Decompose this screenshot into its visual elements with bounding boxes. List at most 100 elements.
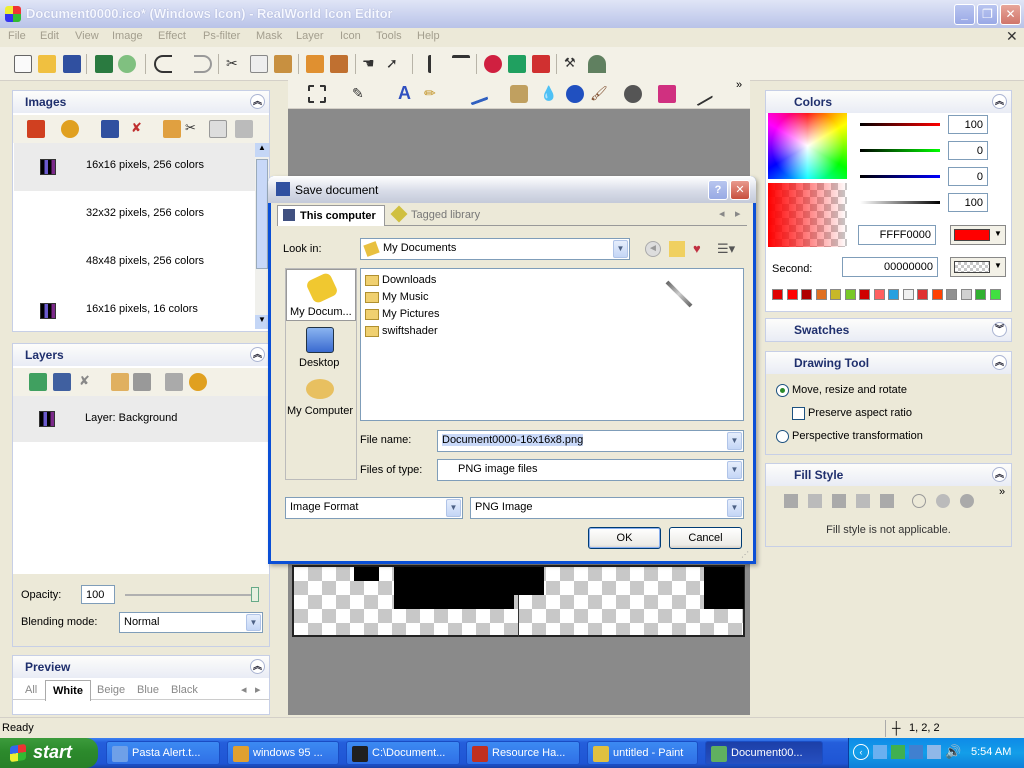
perspective-radio[interactable] [776, 430, 789, 443]
alpha-slider[interactable] [860, 201, 940, 204]
add-image-icon[interactable] [61, 120, 79, 138]
line-width-icon[interactable] [688, 81, 714, 107]
taskbar-button[interactable]: windows 95 ... [227, 741, 339, 765]
paste-icon[interactable] [274, 55, 292, 73]
minimize-button[interactable]: _ [954, 4, 975, 25]
tab-beige[interactable]: Beige [97, 684, 125, 696]
copy-icon[interactable] [250, 55, 268, 73]
folder-item[interactable]: My Music [365, 290, 505, 306]
taskbar-button[interactable]: Resource Ha... [466, 741, 580, 765]
clock[interactable]: 5:54 AM [971, 746, 1011, 758]
look-in-select[interactable]: My Documents ▼ [360, 238, 630, 260]
image-item[interactable]: 48x48 pixels, 256 colors [14, 239, 256, 287]
green-slider[interactable] [860, 149, 940, 152]
dialog-close-button[interactable]: ✕ [730, 180, 750, 200]
blue-value[interactable]: 0 [948, 167, 988, 186]
palette-swatch[interactable] [902, 289, 914, 300]
blending-select[interactable]: Normal ▼ [119, 612, 263, 633]
volume-icon[interactable]: 🔊 [945, 744, 961, 760]
menu-mask[interactable]: Mask [256, 30, 282, 42]
undo-icon[interactable] [154, 55, 172, 73]
tray-collapse-icon[interactable]: ‹ [853, 744, 869, 760]
fill-texture-icon[interactable] [880, 494, 894, 508]
delete-image-icon[interactable]: ✘ [131, 120, 149, 138]
palette-swatch[interactable] [815, 289, 827, 300]
tools-icon[interactable]: ⚒ [564, 55, 582, 73]
collapse-icon[interactable]: ︽ [992, 355, 1007, 370]
tab-tagged-library[interactable]: Tagged library [389, 205, 489, 226]
add-layer-icon[interactable] [29, 373, 47, 391]
ok-button[interactable]: OK [588, 527, 661, 549]
help-icon[interactable] [588, 55, 606, 73]
file-list[interactable]: Downloads My Music My Pictures swiftshad… [360, 268, 744, 421]
png-format-select[interactable]: PNG Image ▼ [470, 497, 744, 519]
opacity-slider-track[interactable] [125, 594, 259, 596]
monitor-tray-icon[interactable] [909, 745, 923, 759]
brush-icon[interactable]: 🖌 [590, 85, 608, 103]
pointer-icon[interactable]: ➚ [386, 55, 404, 73]
menu-close-icon[interactable]: ✕ [1006, 28, 1018, 45]
palette-swatch[interactable] [975, 289, 986, 300]
opacity-input[interactable]: 100 [81, 585, 115, 604]
preserve-aspect-checkbox[interactable] [792, 407, 805, 420]
delete-layer-icon[interactable]: ✘ [79, 373, 97, 391]
file-name-input[interactable]: Document0000-16x16x8.png ▼ [437, 430, 744, 452]
scroll-down-icon[interactable]: ▼ [255, 315, 269, 329]
saturation-picker[interactable] [768, 183, 847, 247]
open-folder-icon[interactable] [38, 55, 56, 73]
overflow-chevron-icon[interactable]: » [999, 486, 1005, 498]
copy-image-icon[interactable] [209, 120, 227, 138]
menu-layer[interactable]: Layer [296, 30, 324, 42]
menu-view[interactable]: View [75, 30, 99, 42]
palette-swatch[interactable] [772, 289, 783, 300]
selection-icon[interactable] [308, 85, 326, 103]
palette-swatch[interactable] [873, 289, 885, 300]
fill-hatch-icon[interactable] [808, 494, 822, 508]
menu-help[interactable]: Help [417, 30, 440, 42]
folder-item[interactable]: Downloads [365, 273, 505, 289]
tab-scroll-right-icon[interactable]: ▸ [735, 207, 741, 220]
mask-icon[interactable] [330, 55, 348, 73]
view-menu-icon[interactable]: ☰▾ [717, 241, 741, 257]
user-icon[interactable] [624, 85, 642, 103]
menu-ps-filter[interactable]: Ps-filter [203, 30, 240, 42]
collapse-icon[interactable]: ︽ [992, 467, 1007, 482]
palette-swatch[interactable] [830, 289, 841, 300]
favorite-icon[interactable]: ♥ [693, 241, 709, 257]
layers-icon[interactable] [306, 55, 324, 73]
duplicate-layer-icon[interactable] [111, 373, 129, 391]
red-value[interactable]: 100 [948, 115, 988, 134]
place-my-documents[interactable]: My Docum... [286, 269, 356, 321]
drop-icon[interactable]: 💧 [540, 85, 558, 103]
images-scrollbar[interactable]: ▲ ▼ [255, 143, 269, 329]
cut-image-icon[interactable]: ✂ [185, 120, 203, 138]
fill-none-icon[interactable] [912, 494, 926, 508]
layer-item[interactable]: Layer: Background [13, 396, 269, 442]
primary-color-picker[interactable]: ▼ [950, 225, 1006, 245]
palette-swatch[interactable] [989, 289, 1001, 300]
resize-grip-icon[interactable]: ⋰ [741, 550, 751, 560]
paste-image-icon[interactable] [235, 120, 253, 138]
palette-swatch[interactable] [917, 289, 928, 300]
palette-swatch[interactable] [931, 289, 943, 300]
pencil-icon[interactable]: ✏ [424, 85, 442, 103]
start-button[interactable]: start [0, 738, 98, 768]
taskbar-button[interactable]: Document00... [705, 741, 823, 765]
image-item[interactable]: 16x16 pixels, 256 colors [14, 143, 256, 191]
menu-edit[interactable]: Edit [40, 30, 59, 42]
move-resize-radio[interactable] [776, 384, 789, 397]
sphere-icon[interactable] [566, 85, 584, 103]
fill-gradient-icon[interactable] [832, 494, 846, 508]
windows-flag-icon[interactable] [27, 120, 45, 138]
fill-bucket-icon[interactable] [510, 85, 528, 103]
maximize-button[interactable]: ❐ [977, 4, 998, 25]
menu-effect[interactable]: Effect [158, 30, 186, 42]
palette-swatch[interactable] [960, 289, 972, 300]
tab-all[interactable]: All [25, 684, 37, 696]
palette-swatch[interactable] [888, 289, 899, 300]
collapse-icon[interactable]: ︽ [250, 347, 265, 362]
cut-icon[interactable]: ✂ [226, 55, 244, 73]
tab-white[interactable]: White [45, 680, 91, 701]
tab-this-computer[interactable]: This computer [277, 205, 385, 226]
scroll-thumb[interactable] [256, 159, 268, 269]
